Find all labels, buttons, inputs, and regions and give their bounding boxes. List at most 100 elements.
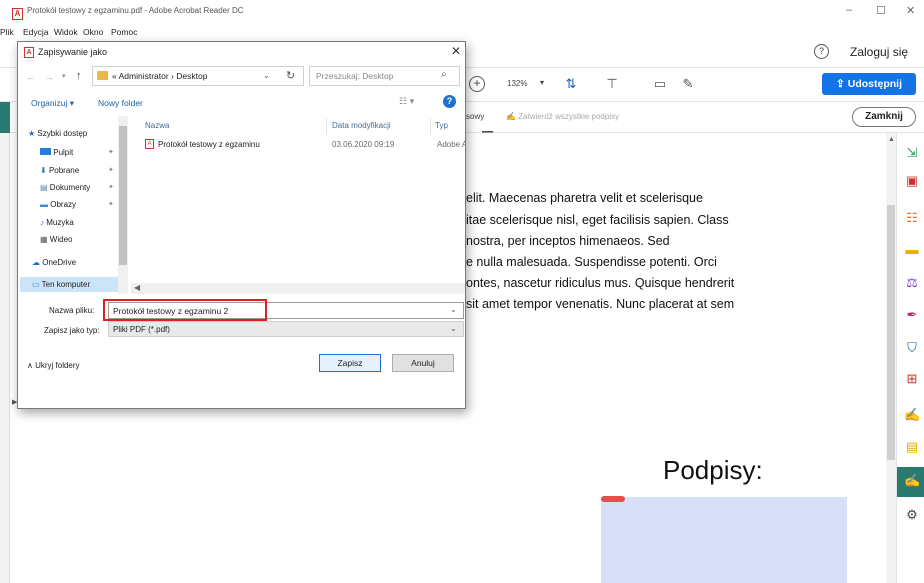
- forward-arrow-icon[interactable]: →: [45, 72, 54, 82]
- help-icon[interactable]: ?: [443, 95, 456, 108]
- chevron-down-icon[interactable]: ⌄: [263, 71, 270, 80]
- pin-icon[interactable]: ✦: [108, 148, 114, 156]
- zoom-level[interactable]: 132%: [507, 79, 527, 88]
- dialog-close-button[interactable]: ✕: [451, 44, 461, 58]
- organize-button[interactable]: Organizuj ▾: [31, 98, 74, 109]
- maximize-button[interactable]: ☐: [876, 4, 886, 17]
- heading-fragment: –: [482, 120, 494, 142]
- nav-scroll-thumb[interactable]: [119, 126, 127, 265]
- signature-field-tag: [601, 496, 625, 502]
- menu-plik[interactable]: Plik: [0, 27, 14, 37]
- nav-item-desktop[interactable]: Pulpit: [40, 148, 73, 157]
- scroll-left-icon[interactable]: ◀: [134, 283, 140, 292]
- pictures-icon: ▬: [40, 200, 48, 209]
- zoom-in-icon[interactable]: +: [469, 76, 485, 92]
- organize-pages-icon[interactable]: ☷: [904, 210, 920, 226]
- fill-sign-tool-icon[interactable]: ✒: [904, 307, 920, 323]
- comment-icon[interactable]: ▭: [652, 76, 668, 92]
- acrobat-logo-icon: A: [12, 8, 23, 20]
- menu-okno[interactable]: Okno: [83, 27, 103, 37]
- column-name[interactable]: Nazwa: [145, 121, 169, 130]
- help-icon[interactable]: ?: [814, 44, 829, 59]
- window-close-button[interactable]: ✕: [906, 4, 915, 17]
- nav-item-videos[interactable]: ▦ Wideo: [40, 235, 72, 244]
- nav-item-this-pc[interactable]: ▭ Ten komputer: [32, 280, 90, 289]
- column-type[interactable]: Typ: [435, 121, 448, 130]
- nav-item-downloads[interactable]: ⬇ Pobrane: [40, 166, 79, 175]
- compare-icon[interactable]: ⚖: [904, 275, 920, 291]
- stamp-icon[interactable]: ⊞: [904, 371, 920, 387]
- page-fit-icon[interactable]: ⇅: [563, 76, 579, 92]
- refresh-icon[interactable]: ↻: [286, 69, 295, 82]
- nav-item-onedrive[interactable]: ☁ OneDrive: [32, 258, 76, 267]
- doc-text-line: elit. Maecenas pharetra velit et sceleri…: [466, 191, 703, 205]
- pen-icon[interactable]: ✎: [680, 76, 696, 92]
- dialog-title: Zapisywanie jako: [38, 47, 108, 57]
- star-icon: ★: [28, 129, 36, 138]
- close-tool-button[interactable]: Zamknij: [852, 107, 916, 127]
- doc-text-line: nostra, per inceptos himenaeos. Sed: [466, 234, 670, 248]
- signature-field[interactable]: [601, 497, 847, 583]
- back-arrow-icon[interactable]: ←: [26, 72, 35, 82]
- file-type-value[interactable]: Pliki PDF (*.pdf): [113, 325, 170, 334]
- menu-edycja[interactable]: Edycja: [23, 27, 49, 37]
- nav-item-quick-access[interactable]: ★ Szybki dostęp: [28, 129, 87, 138]
- computer-icon: ▭: [32, 280, 40, 289]
- edit-pdf-icon[interactable]: ▤: [904, 439, 920, 455]
- search-icon[interactable]: ⌕: [441, 69, 447, 80]
- chevron-down-icon[interactable]: ⌄: [450, 324, 457, 333]
- fill-and-sign-icon[interactable]: ✍: [904, 473, 920, 489]
- pin-icon[interactable]: ✦: [108, 166, 114, 174]
- signature-pen-icon: ✍: [506, 112, 519, 121]
- minimize-button[interactable]: –: [846, 4, 852, 16]
- comment-tool-icon[interactable]: ▬: [904, 242, 920, 258]
- chevron-down-icon[interactable]: ⌄: [450, 305, 457, 314]
- recent-locations-icon[interactable]: ▾: [62, 72, 66, 80]
- save-button[interactable]: Zapisz: [319, 354, 381, 372]
- cloud-icon: ☁: [32, 258, 40, 267]
- search-placeholder: Przeszukaj: Desktop: [316, 71, 394, 81]
- file-type-cell: Adobe Acrobat: [437, 140, 465, 149]
- doc-text-line: e nulla malesuada. Suspendisse potenti. …: [466, 255, 717, 269]
- menu-widok[interactable]: Widok: [54, 27, 78, 37]
- acrobat-logo-icon: A: [24, 47, 34, 58]
- left-panel-strip: [0, 133, 10, 583]
- hide-folders-toggle[interactable]: ∧ Ukryj foldery: [27, 361, 80, 370]
- login-link[interactable]: Zaloguj się: [850, 45, 908, 59]
- export-pdf-icon[interactable]: ⇲: [904, 145, 920, 161]
- folder-icon: [97, 71, 108, 80]
- left-accent: [0, 102, 10, 133]
- file-name-cell[interactable]: Protokół testowy z egzaminu: [158, 140, 260, 149]
- file-name-label: Nazwa pliku:: [49, 306, 95, 315]
- menu-pomoc[interactable]: Pomoc: [111, 27, 137, 37]
- nav-item-pictures[interactable]: ▬ Obrazy: [40, 200, 76, 209]
- chevron-up-icon: ∧: [27, 361, 36, 370]
- scroll-mode-icon[interactable]: ⊤: [604, 76, 620, 92]
- scroll-up-icon[interactable]: ▲: [888, 136, 895, 143]
- create-pdf-icon[interactable]: ▣: [904, 173, 920, 189]
- cancel-button[interactable]: Anuluj: [392, 354, 454, 372]
- horizontal-scrollbar[interactable]: [131, 283, 465, 294]
- doc-text-line: ontes, nascetur ridiculus mus. Quisque h…: [466, 276, 735, 290]
- chevron-down-icon[interactable]: ▾: [540, 78, 544, 87]
- view-options-icon[interactable]: ☷ ▾: [399, 96, 414, 107]
- address-path[interactable]: « Administrator › Desktop: [112, 71, 207, 81]
- pin-icon[interactable]: ✦: [108, 200, 114, 208]
- nav-item-music[interactable]: ♪ Muzyka: [40, 218, 74, 227]
- new-folder-button[interactable]: Nowy folder: [98, 98, 143, 108]
- protect-icon[interactable]: ⛉: [904, 340, 920, 356]
- window-title: Protokół testowy z egzaminu.pdf - Adobe …: [27, 6, 244, 15]
- nav-item-documents[interactable]: ▤ Dokumenty: [40, 183, 90, 192]
- request-signature-icon[interactable]: ✍: [904, 407, 920, 423]
- more-tools-icon[interactable]: ⚙: [904, 507, 920, 523]
- confirm-all-signatures-button: ✍ Zatwierdź wszystkie podpisy: [506, 112, 620, 121]
- column-date[interactable]: Data modyfikacji: [332, 121, 391, 130]
- up-arrow-icon[interactable]: ↑: [76, 70, 82, 82]
- pdf-file-icon: A: [145, 139, 154, 149]
- column-separator[interactable]: [430, 118, 431, 134]
- share-button[interactable]: ⇪ Udostępnij: [822, 73, 916, 95]
- document-scroll-thumb[interactable]: [887, 205, 895, 460]
- video-icon: ▦: [40, 235, 48, 244]
- column-separator[interactable]: [326, 118, 327, 134]
- pin-icon[interactable]: ✦: [108, 183, 114, 191]
